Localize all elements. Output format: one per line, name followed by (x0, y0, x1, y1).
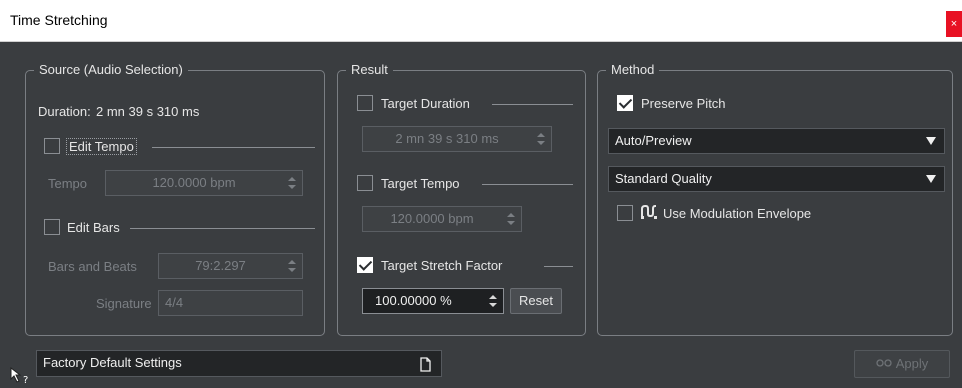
edit-bars-label[interactable]: Edit Bars (67, 220, 120, 235)
target-tempo-field: 120.0000 bpm (362, 206, 522, 232)
bars-beats-value: 79:2.297 (195, 258, 246, 273)
target-tempo-label[interactable]: Target Tempo (381, 176, 460, 191)
modulation-envelope-icon (641, 205, 657, 219)
tempo-field: 120.0000 bpm (105, 170, 303, 196)
duration-value: 2 mn 39 s 310 ms (96, 104, 200, 119)
tempo-label: Tempo (48, 176, 88, 191)
svg-text:?: ? (23, 375, 28, 385)
signature-label: Signature (96, 296, 152, 311)
tempo-value: 120.0000 bpm (152, 175, 236, 190)
target-duration-divider (492, 104, 573, 105)
preserve-pitch-checkbox[interactable] (617, 95, 633, 111)
quality-dropdown-value: Standard Quality (615, 171, 712, 186)
target-stretch-checkbox[interactable] (357, 257, 373, 273)
preset-menu-icon[interactable] (419, 356, 431, 372)
mode-dropdown[interactable]: Auto/Preview (608, 128, 945, 154)
method-legend: Method (606, 62, 660, 78)
stretch-factor-input[interactable]: 100.00000 % (362, 288, 504, 314)
target-duration-spin-icon (537, 132, 545, 146)
target-tempo-checkbox[interactable] (357, 175, 373, 191)
mode-dropdown-value: Auto/Preview (615, 133, 692, 148)
edit-tempo-label[interactable]: Edit Tempo (66, 138, 137, 155)
preset-value: Factory Default Settings (43, 355, 182, 370)
target-duration-field: 2 mn 39 s 310 ms (362, 126, 552, 152)
result-legend: Result (346, 62, 393, 78)
reset-button[interactable]: Reset (510, 288, 562, 314)
edit-tempo-divider (152, 147, 315, 148)
signature-field: 4/4 (158, 290, 303, 316)
target-stretch-divider (544, 266, 573, 267)
bars-beats-field: 79:2.297 (158, 253, 303, 279)
bars-beats-spin-icon (288, 259, 296, 273)
apply-button[interactable]: Apply (854, 350, 950, 378)
edit-bars-divider (130, 228, 315, 229)
duration-label: Duration: (38, 104, 91, 119)
help-cursor-icon: ? (10, 366, 32, 386)
bars-beats-label: Bars and Beats (48, 259, 137, 274)
target-tempo-spin-icon (507, 212, 515, 226)
apply-label: Apply (895, 356, 929, 371)
close-button[interactable]: × (946, 11, 962, 37)
modulation-label[interactable]: Use Modulation Envelope (663, 206, 811, 221)
quality-dropdown[interactable]: Standard Quality (608, 166, 945, 192)
apply-icon (876, 352, 892, 378)
target-tempo-value: 120.0000 bpm (390, 211, 474, 226)
stretch-factor-spin-icon[interactable] (489, 294, 497, 308)
chevron-down-icon (926, 175, 936, 183)
source-legend: Source (Audio Selection) (34, 62, 188, 78)
title-bar: Time Stretching × (0, 0, 962, 42)
target-duration-checkbox[interactable] (357, 95, 373, 111)
target-tempo-divider (482, 184, 573, 185)
modulation-checkbox[interactable] (617, 205, 633, 221)
edit-bars-checkbox[interactable] (44, 219, 60, 235)
chevron-down-icon (926, 137, 936, 145)
target-stretch-label[interactable]: Target Stretch Factor (381, 258, 502, 273)
target-duration-label[interactable]: Target Duration (381, 96, 470, 111)
tempo-spin-icon (288, 176, 296, 190)
signature-value: 4/4 (165, 295, 184, 310)
target-duration-value: 2 mn 39 s 310 ms (395, 131, 499, 146)
preset-field[interactable]: Factory Default Settings (36, 350, 442, 377)
edit-tempo-checkbox[interactable] (44, 138, 60, 154)
window-title: Time Stretching (10, 12, 108, 28)
preserve-pitch-label[interactable]: Preserve Pitch (641, 96, 726, 111)
stretch-factor-value: 100.00000 % (375, 293, 452, 308)
